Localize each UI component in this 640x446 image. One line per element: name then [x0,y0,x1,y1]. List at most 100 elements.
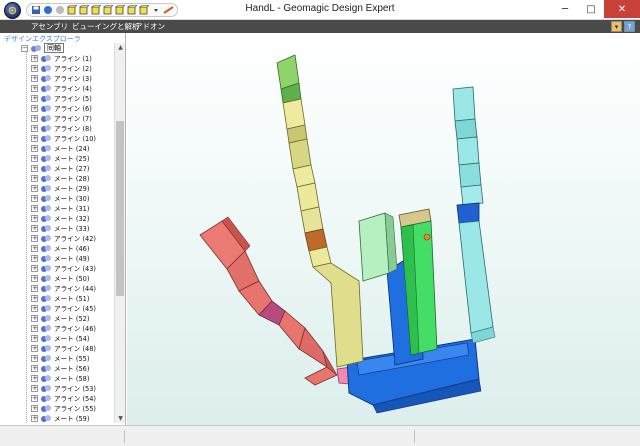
tree-item[interactable]: + メート (24) [31,143,89,153]
middle-finger[interactable] [358,212,398,282]
expand-icon[interactable]: + [31,234,38,242]
help-icon[interactable]: ? [624,21,635,32]
hand-model[interactable] [127,33,640,425]
expand-icon[interactable]: + [31,364,38,372]
tree-item[interactable]: + メート (59) [31,413,89,423]
tree-item-label: アライン (46) [54,325,97,333]
tree-item[interactable]: + メート (51) [31,293,89,303]
expand-icon[interactable]: + [31,214,38,222]
tree-item[interactable]: + アライン (6) [31,103,92,113]
expand-icon[interactable]: + [31,194,38,202]
tree-item[interactable]: + メート (52) [31,313,89,323]
expand-icon[interactable]: + [31,84,38,92]
expand-icon[interactable]: + [31,314,38,322]
expand-icon[interactable]: + [31,404,38,412]
tab-assembly[interactable]: アセンブリ [28,20,71,33]
tree-item[interactable]: + アライン (5) [31,93,92,103]
tree-item[interactable]: + メート (33) [31,223,89,233]
expand-icon[interactable]: + [31,154,38,162]
tree-item[interactable]: + アライン (3) [31,73,92,83]
expand-icon[interactable]: + [31,344,38,352]
expand-icon[interactable]: + [31,254,38,262]
expand-icon[interactable]: + [31,174,38,182]
expand-icon[interactable]: + [31,134,38,142]
tab-addons[interactable]: アドオン [132,20,168,33]
tree-item[interactable]: + アライン (53) [31,383,96,393]
tree-item[interactable]: + アライン (1) [31,53,92,63]
expand-icon[interactable]: + [31,264,38,272]
tree-item[interactable]: + アライン (55) [31,403,96,413]
expand-icon[interactable]: + [31,64,38,72]
expand-icon[interactable]: + [31,244,38,252]
tree-item[interactable]: + メート (32) [31,213,89,223]
expand-icon[interactable]: + [31,74,38,82]
expand-icon[interactable]: + [31,104,38,112]
tree-item[interactable]: + メート (56) [31,363,89,373]
tree-item[interactable]: + アライン (54) [31,393,96,403]
expand-icon[interactable]: + [31,374,38,382]
tree-item[interactable]: + アライン (43) [31,263,96,273]
tree-item[interactable]: + メート (27) [31,163,89,173]
maximize-button[interactable]: □ [578,0,604,18]
tree-item[interactable]: + アライン (48) [31,343,96,353]
tree-item[interactable]: + メート (29) [31,183,89,193]
constraint-icon [41,175,51,182]
tree-item[interactable]: + アライン (44) [31,283,96,293]
minimize-button[interactable]: ─ [552,0,578,18]
tree-item-label: アライン (45) [54,305,97,313]
tree-item[interactable]: + メート (28) [31,173,89,183]
expand-icon[interactable]: + [31,54,38,62]
explorer-scrollbar[interactable]: ▲ ▼ [114,43,125,423]
scrollbar-thumb[interactable] [116,121,124,296]
tree-item[interactable]: + メート (55) [31,353,89,363]
scroll-down-icon[interactable]: ▼ [115,414,126,423]
scroll-up-icon[interactable]: ▲ [115,43,126,52]
expand-icon[interactable]: + [31,114,38,122]
tree-item[interactable]: + アライン (8) [31,123,92,133]
tree-item[interactable]: + メート (31) [31,203,89,213]
collapse-icon[interactable]: − [21,44,28,52]
tree-item[interactable]: + アライン (2) [31,63,92,73]
tree-item[interactable]: + アライン (10) [31,133,96,143]
design-explorer-panel: デザインエクスプローラ − 同軸 + アライン (1) + アライン (2) + アライン… [0,33,126,425]
pinky-finger[interactable] [452,86,496,344]
constraint-icon [41,245,51,252]
expand-icon[interactable]: + [31,324,38,332]
ribbon-collapse-icon[interactable]: ▾ [611,21,622,32]
tree-item[interactable]: + メート (49) [31,253,89,263]
tree-item-label: メート (49) [54,255,90,263]
expand-icon[interactable]: + [31,334,38,342]
expand-icon[interactable]: + [31,294,38,302]
expand-icon[interactable]: + [31,144,38,152]
tree-item[interactable]: + メート (54) [31,333,89,343]
constraint-icon [41,85,51,92]
expand-icon[interactable]: + [31,274,38,282]
tree-item[interactable]: + メート (58) [31,373,89,383]
expand-icon[interactable]: + [31,124,38,132]
expand-icon[interactable]: + [31,304,38,312]
tree-root-node[interactable]: − 同軸 [21,43,64,53]
expand-icon[interactable]: + [31,184,38,192]
tree-item[interactable]: + メート (30) [31,193,89,203]
tree-item[interactable]: + メート (25) [31,153,89,163]
expand-icon[interactable]: + [31,354,38,362]
expand-icon[interactable]: + [31,204,38,212]
tree-item[interactable]: + メート (46) [31,243,89,253]
tree-item[interactable]: + アライン (46) [31,323,96,333]
3d-viewport[interactable] [127,33,640,425]
window-title: HandL - Geomagic Design Expert [245,3,395,14]
expand-icon[interactable]: + [31,164,38,172]
close-button[interactable]: ✕ [604,0,640,18]
tree-item[interactable]: + メート (50) [31,273,89,283]
expand-icon[interactable]: + [31,94,38,102]
tree-item[interactable]: + アライン (7) [31,113,92,123]
tree-item[interactable]: + アライン (42) [31,233,96,243]
expand-icon[interactable]: + [31,284,38,292]
expand-icon[interactable]: + [31,224,38,232]
expand-icon[interactable]: + [31,394,38,402]
tree-item[interactable]: + アライン (45) [31,303,96,313]
constraint-icon [41,65,51,72]
tree-item[interactable]: + アライン (4) [31,83,92,93]
expand-icon[interactable]: + [31,384,38,392]
expand-icon[interactable]: + [31,414,38,422]
